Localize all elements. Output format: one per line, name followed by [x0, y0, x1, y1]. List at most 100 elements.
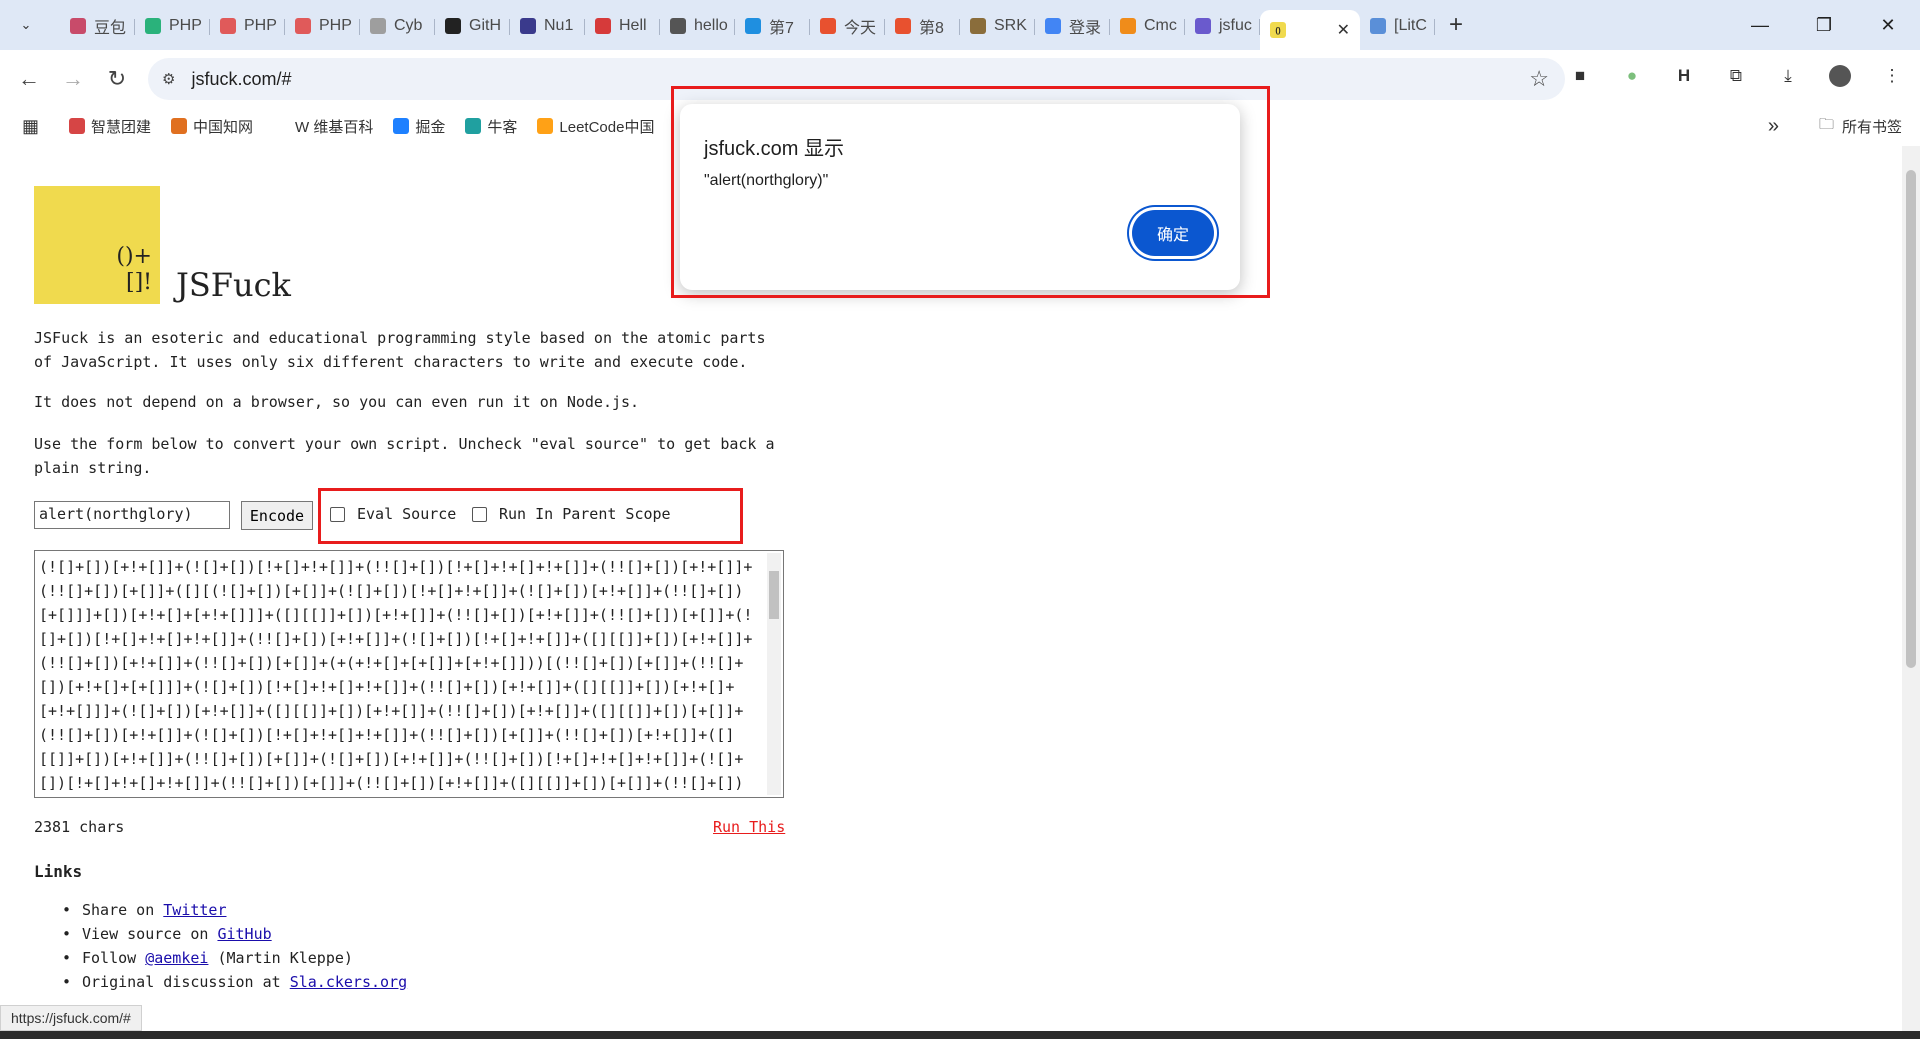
- new-tab-button[interactable]: +: [1449, 11, 1463, 39]
- tab[interactable]: Hell: [585, 9, 660, 43]
- extension-dot-icon[interactable]: ●: [1620, 64, 1644, 88]
- tab-extra[interactable]: [LitC: [1360, 9, 1435, 43]
- tab-label: Cyb: [394, 17, 423, 34]
- tab-label: 今天: [844, 20, 877, 37]
- bookmarks-more-button[interactable]: »: [1768, 115, 1779, 138]
- link-prefix: View source on: [82, 925, 218, 943]
- maximize-button[interactable]: ❐: [1792, 15, 1856, 36]
- site-info-icon[interactable]: ⚙: [162, 70, 175, 88]
- url-text[interactable]: jsfuck.com/#: [191, 69, 291, 90]
- tab[interactable]: Cyb: [360, 9, 435, 43]
- os-taskbar: [0, 1031, 1920, 1039]
- tab[interactable]: PHP: [135, 9, 210, 43]
- tab[interactable]: 豆包: [60, 9, 135, 43]
- link-prefix: Share on: [82, 901, 164, 919]
- logo-line-2: []!: [125, 270, 152, 295]
- bookmark-icon: [537, 118, 554, 134]
- reload-button[interactable]: ↻: [96, 66, 138, 92]
- bookmark-icon: [393, 118, 410, 134]
- options-highlight-box: [318, 488, 743, 544]
- tab[interactable]: 第8: [885, 9, 960, 43]
- bookmark-item[interactable]: 中国知网: [171, 116, 253, 137]
- tab-search-button[interactable]: ⌄: [12, 11, 40, 39]
- close-window-button[interactable]: ✕: [1856, 15, 1920, 36]
- jsfuck-logo: ()+ []!: [34, 186, 160, 304]
- output-scroll-thumb[interactable]: [769, 571, 779, 619]
- form-note: Use the form below to convert your own s…: [34, 435, 775, 477]
- link-prefix: Original discussion at: [82, 973, 290, 991]
- bookmark-item[interactable]: W 维基百科: [273, 116, 373, 137]
- tab[interactable]: PHP: [285, 9, 360, 43]
- status-url: https://jsfuck.com/#: [0, 1005, 142, 1031]
- tab[interactable]: GitH: [435, 9, 510, 43]
- folder-icon: 🗀: [1818, 115, 1834, 133]
- tab-label: 第8: [919, 20, 944, 37]
- all-bookmarks-button[interactable]: 所有书签: [1842, 116, 1902, 137]
- tab[interactable]: 第7: [735, 9, 810, 43]
- tab-favicon: [1195, 18, 1211, 34]
- tab[interactable]: Cmc: [1110, 9, 1185, 43]
- bookmark-item[interactable]: 智慧团建: [69, 116, 151, 137]
- tab-label: Cmc: [1144, 17, 1177, 34]
- link-anchor[interactable]: @aemkei: [145, 949, 208, 967]
- tab[interactable]: 今天: [810, 9, 885, 43]
- tab-favicon: [1120, 18, 1136, 34]
- bookmark-icon: [273, 118, 290, 134]
- tab-favicon: [145, 18, 161, 34]
- tab[interactable]: Nu1: [510, 9, 585, 43]
- tab-label: 豆包: [94, 20, 127, 37]
- bookmark-item[interactable]: 牛客: [465, 116, 517, 137]
- extension-icon[interactable]: ■: [1568, 64, 1592, 88]
- close-icon[interactable]: ✕: [1337, 20, 1350, 40]
- tab[interactable]: hello: [660, 9, 735, 43]
- tab-favicon: [595, 18, 611, 34]
- tab-label: 登录: [1069, 20, 1102, 37]
- bookmark-icon: [465, 118, 482, 134]
- tab[interactable]: 登录: [1035, 9, 1110, 43]
- tab-favicon: [895, 18, 911, 34]
- tab[interactable]: SRK: [960, 9, 1035, 43]
- output-textarea[interactable]: (![]+[])[+!+[]]+(![]+[])[!+[]+!+[]]+(!![…: [34, 550, 784, 798]
- apps-icon[interactable]: ▦: [22, 116, 39, 137]
- run-this-link[interactable]: Run This: [713, 818, 785, 836]
- tab-label: [LitC: [1394, 17, 1427, 34]
- toolbar-actions: ■ ● H ⧉ ⤓ ⋮: [1568, 64, 1904, 88]
- minimize-button[interactable]: —: [1728, 15, 1792, 36]
- bookmark-item[interactable]: LeetCode中国: [537, 116, 654, 137]
- bookmark-item[interactable]: 掘金: [393, 116, 445, 137]
- source-input[interactable]: alert(northglory): [34, 501, 230, 529]
- avatar[interactable]: [1828, 64, 1852, 88]
- tab-active[interactable]: () ✕: [1260, 10, 1360, 50]
- tab[interactable]: PHP: [210, 9, 285, 43]
- tab[interactable]: jsfuc: [1185, 9, 1260, 43]
- tab-favicon: [70, 18, 86, 34]
- link-anchor[interactable]: Sla.ckers.org: [290, 973, 407, 991]
- forward-button[interactable]: →: [52, 66, 94, 92]
- tab-favicon: [820, 18, 836, 34]
- puzzle-icon[interactable]: ⧉: [1724, 64, 1748, 88]
- link-suffix: (Martin Kleppe): [208, 949, 353, 967]
- tab-label: Nu1: [544, 17, 574, 34]
- tab-favicon: [670, 18, 686, 34]
- page-scrollbar[interactable]: [1902, 146, 1920, 1031]
- links-list: Share on TwitterView source on GitHubFol…: [62, 898, 407, 994]
- more-menu-icon[interactable]: ⋮: [1880, 64, 1904, 88]
- tab-favicon: [295, 18, 311, 34]
- encode-button[interactable]: Encode: [241, 501, 313, 530]
- list-item: Share on Twitter: [62, 898, 407, 922]
- tab-favicon: [445, 18, 461, 34]
- intro-text: JSFuck is an esoteric and educational pr…: [34, 329, 766, 371]
- bookmark-label: W 维基百科: [295, 118, 374, 136]
- download-icon[interactable]: ⤓: [1776, 64, 1800, 88]
- star-icon[interactable]: ☆: [1529, 66, 1549, 92]
- link-anchor[interactable]: Twitter: [163, 901, 226, 919]
- link-anchor[interactable]: GitHub: [217, 925, 271, 943]
- output-scrollbar[interactable]: [767, 553, 781, 795]
- back-button[interactable]: ←: [8, 66, 50, 92]
- tab-label: SRK: [994, 17, 1027, 34]
- page-scroll-thumb[interactable]: [1906, 170, 1916, 668]
- list-item: View source on GitHub: [62, 922, 407, 946]
- tab-label: GitH: [469, 17, 501, 34]
- extension-h-icon[interactable]: H: [1672, 64, 1696, 88]
- tab-strip: ⌄ 豆包 PHP PHP PHP Cyb GitH Nu1 Hell hello 第7 今天 第8 SR…: [0, 0, 1920, 50]
